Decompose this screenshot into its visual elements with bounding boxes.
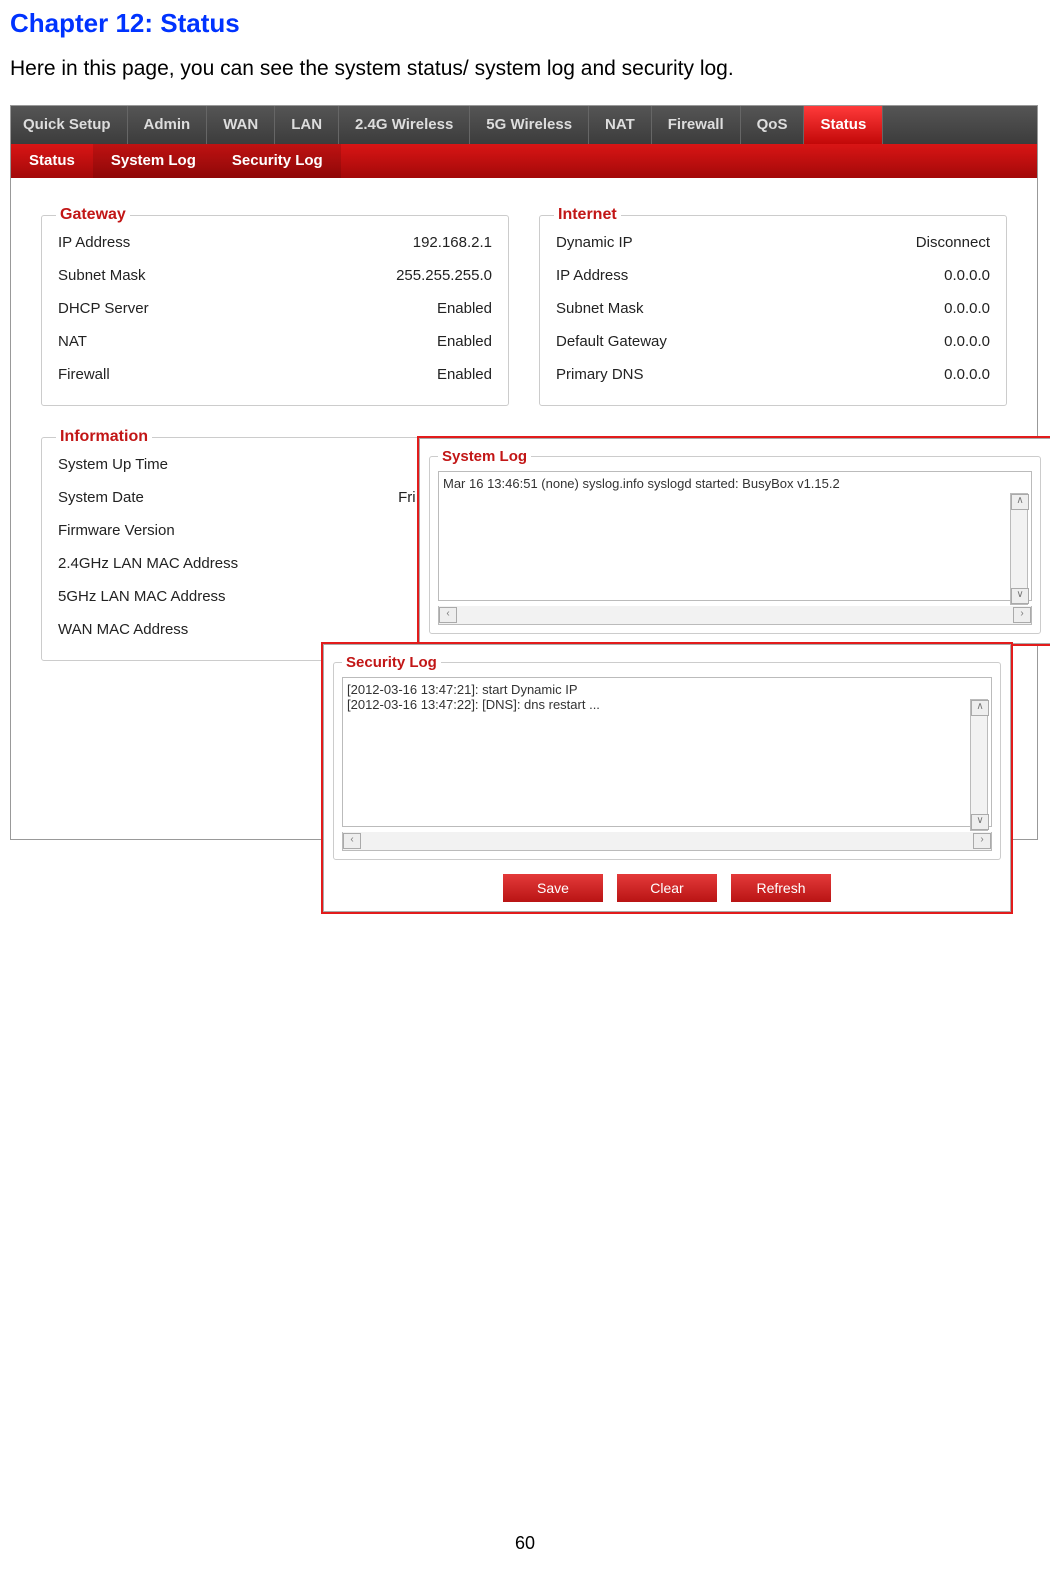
tab-quick-setup[interactable]: Quick Setup bbox=[11, 106, 128, 144]
subtab-status[interactable]: Status bbox=[11, 144, 93, 178]
row-label: Dynamic IP bbox=[556, 234, 633, 251]
scroll-right-icon[interactable]: › bbox=[973, 833, 991, 849]
tab-qos[interactable]: QoS bbox=[741, 106, 805, 144]
row-label: IP Address bbox=[556, 267, 628, 284]
save-button[interactable]: Save bbox=[503, 874, 603, 902]
security-log-legend: Security Log bbox=[342, 654, 441, 671]
row-value: Enabled bbox=[437, 333, 492, 350]
subtab-system-log[interactable]: System Log bbox=[93, 144, 214, 178]
row-label: Subnet Mask bbox=[58, 267, 146, 284]
internet-legend: Internet bbox=[554, 206, 621, 224]
tab-nat[interactable]: NAT bbox=[589, 106, 652, 144]
scrollbar-horizontal[interactable]: ‹ › bbox=[342, 832, 992, 851]
row-value: Disconnect bbox=[916, 234, 990, 251]
scroll-right-icon[interactable]: › bbox=[1013, 607, 1031, 623]
row-label: Primary DNS bbox=[556, 366, 644, 383]
row-label: Firmware Version bbox=[58, 522, 175, 539]
row-label: IP Address bbox=[58, 234, 130, 251]
tab-status[interactable]: Status bbox=[804, 106, 883, 144]
row-value: 0.0.0.0 bbox=[944, 300, 990, 317]
intro-text: Here in this page, you can see the syste… bbox=[10, 57, 1040, 81]
tab-24g-wireless[interactable]: 2.4G Wireless bbox=[339, 106, 470, 144]
internet-panel: Internet Dynamic IP Disconnect IP Address… bbox=[539, 206, 1007, 406]
scrollbar-vertical[interactable]: ∧ ∨ bbox=[1010, 493, 1028, 605]
row-label: DHCP Server bbox=[58, 300, 149, 317]
system-log-textarea[interactable] bbox=[438, 471, 1032, 601]
security-log-textarea[interactable] bbox=[342, 677, 992, 827]
gateway-panel: Gateway IP Address 192.168.2.1 Subnet Mas… bbox=[41, 206, 509, 406]
scroll-up-icon[interactable]: ∧ bbox=[1011, 494, 1029, 510]
scroll-left-icon[interactable]: ‹ bbox=[439, 607, 457, 623]
subtab-security-log[interactable]: Security Log bbox=[214, 144, 341, 178]
scrollbar-horizontal[interactable]: ‹ › bbox=[438, 606, 1032, 625]
row-value: Enabled bbox=[437, 366, 492, 383]
row-label: System Up Time bbox=[58, 456, 168, 473]
gateway-legend: Gateway bbox=[56, 206, 130, 224]
security-log-popup: Security Log ‹ › ∧ ∨ Save Clear Refresh bbox=[321, 642, 1013, 914]
tab-lan[interactable]: LAN bbox=[275, 106, 339, 144]
row-label: Default Gateway bbox=[556, 333, 667, 350]
row-value: 0.0.0.0 bbox=[944, 366, 990, 383]
page-number: 60 bbox=[0, 1533, 1050, 1554]
row-value: 0.0.0.0 bbox=[944, 333, 990, 350]
tab-5g-wireless[interactable]: 5G Wireless bbox=[470, 106, 589, 144]
nav-main: Quick Setup Admin WAN LAN 2.4G Wireless … bbox=[11, 106, 1037, 144]
row-value: 255.255.255.0 bbox=[396, 267, 492, 284]
scroll-down-icon[interactable]: ∨ bbox=[971, 814, 989, 830]
refresh-button[interactable]: Refresh bbox=[731, 874, 831, 902]
row-label: 5GHz LAN MAC Address bbox=[58, 588, 226, 605]
scroll-down-icon[interactable]: ∨ bbox=[1011, 588, 1029, 604]
scrollbar-vertical[interactable]: ∧ ∨ bbox=[970, 699, 988, 831]
nav-sub: Status System Log Security Log bbox=[11, 144, 1037, 178]
row-value: 0.0.0.0 bbox=[944, 267, 990, 284]
row-value: 192.168.2.1 bbox=[413, 234, 492, 251]
tab-admin[interactable]: Admin bbox=[128, 106, 208, 144]
scroll-up-icon[interactable]: ∧ bbox=[971, 700, 989, 716]
row-label: System Date bbox=[58, 489, 144, 506]
clear-button[interactable]: Clear bbox=[617, 874, 717, 902]
tab-wan[interactable]: WAN bbox=[207, 106, 275, 144]
row-label: Subnet Mask bbox=[556, 300, 644, 317]
information-legend: Information bbox=[56, 428, 152, 446]
system-log-legend: System Log bbox=[438, 448, 531, 465]
row-label: Firewall bbox=[58, 366, 110, 383]
row-label: WAN MAC Address bbox=[58, 621, 188, 638]
row-label: NAT bbox=[58, 333, 87, 350]
scroll-left-icon[interactable]: ‹ bbox=[343, 833, 361, 849]
row-value: Enabled bbox=[437, 300, 492, 317]
tab-firewall[interactable]: Firewall bbox=[652, 106, 741, 144]
system-log-popup: System Log ‹ › ∧ ∨ bbox=[417, 436, 1050, 646]
page-title: Chapter 12: Status bbox=[10, 8, 1040, 39]
row-label: 2.4GHz LAN MAC Address bbox=[58, 555, 238, 572]
router-screenshot: Quick Setup Admin WAN LAN 2.4G Wireless … bbox=[10, 105, 1038, 840]
